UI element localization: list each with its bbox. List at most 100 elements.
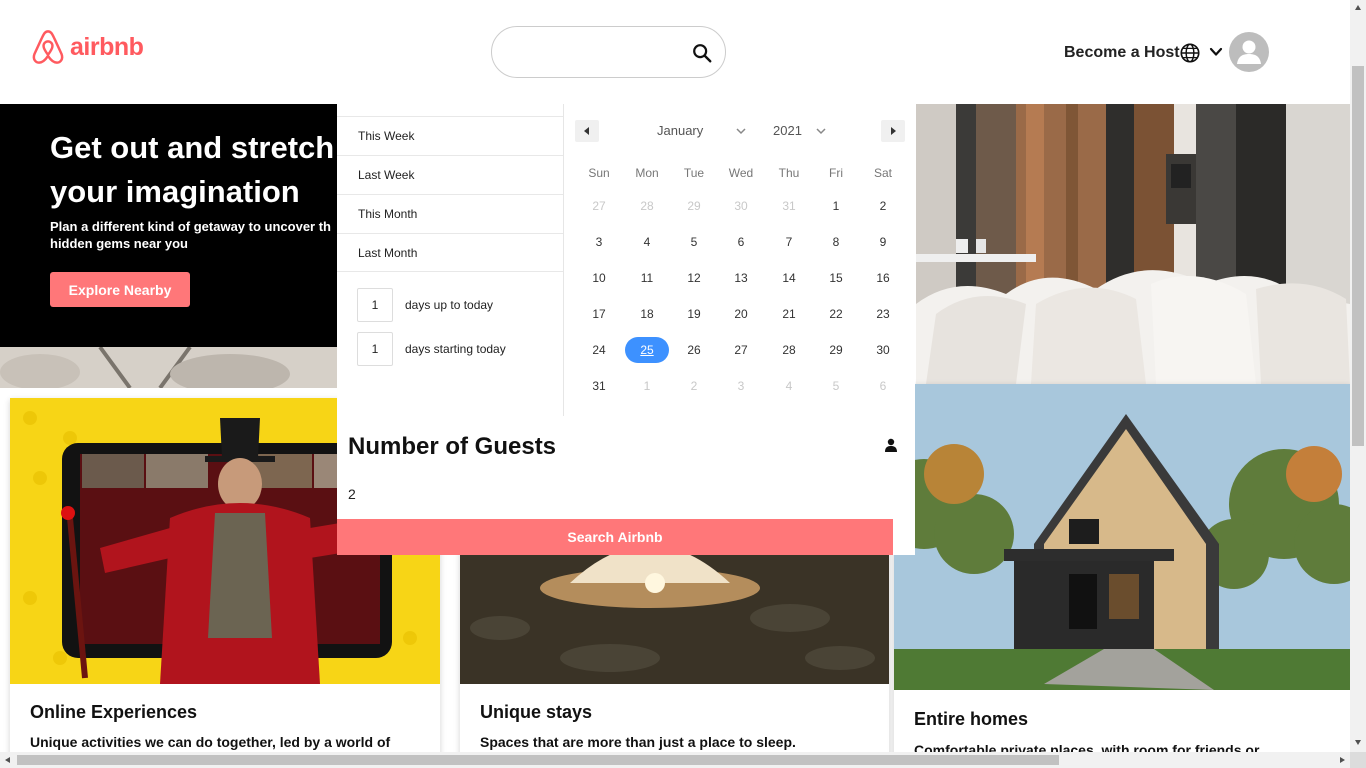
preset-this-week[interactable]: This Week [337, 116, 564, 155]
month-chevron-icon[interactable] [735, 125, 747, 137]
preset-ranges: This Week Last Week This Month Last Mont… [337, 116, 564, 272]
user-icon [1237, 40, 1261, 64]
hero-text-panel: Get out and stretch your imagination Pla… [0, 104, 340, 347]
become-a-host-link[interactable]: Become a Host [1064, 44, 1180, 62]
calendar-day[interactable]: 30 [863, 337, 903, 363]
calendar-day[interactable]: 10 [579, 265, 619, 291]
calendar-day[interactable]: 5 [674, 229, 714, 255]
calendar-day: 27 [592, 199, 606, 213]
person-icon [885, 438, 897, 452]
calendar-day[interactable]: 15 [816, 265, 856, 291]
calendar-day: 30 [734, 199, 748, 213]
calendar-day-selected[interactable]: 25 [625, 337, 669, 363]
calendar-day: 29 [687, 199, 701, 213]
days-up-to-today-row: days up to today [357, 288, 493, 322]
calendar-day[interactable]: 8 [816, 229, 856, 255]
guests-input[interactable] [348, 481, 548, 507]
next-month-button[interactable] [881, 120, 905, 142]
weekday-label: Wed [728, 166, 754, 180]
cabin-photo [894, 384, 1350, 690]
calendar-day: 6 [879, 379, 887, 393]
hero-title: Get out and stretch your imagination [50, 130, 335, 209]
calendar-day[interactable]: 26 [674, 337, 714, 363]
calendar-day[interactable]: 22 [816, 301, 856, 327]
entire-homes-card[interactable]: Entire homes Comfortable private places,… [894, 384, 1350, 758]
explore-nearby-button[interactable]: Explore Nearby [50, 272, 190, 307]
caret-right-icon [891, 127, 896, 135]
calendar-day: 28 [640, 199, 654, 213]
calendar-day[interactable]: 14 [769, 265, 809, 291]
horizontal-scrollbar[interactable] [0, 752, 1350, 768]
entire-homes-image [894, 384, 1350, 690]
calendar-day[interactable]: 29 [816, 337, 856, 363]
scroll-right-arrow-icon[interactable] [1338, 756, 1346, 764]
previous-month-button[interactable] [575, 120, 599, 142]
preset-last-week[interactable]: Last Week [337, 155, 564, 194]
hero-banner: Get out and stretch your imagination Pla… [0, 104, 340, 388]
weekday-label: Mon [635, 166, 659, 180]
airbnb-logo[interactable]: airbnb [30, 28, 144, 66]
calendar-day[interactable]: 9 [863, 229, 903, 255]
calendar-day[interactable]: 19 [674, 301, 714, 327]
calendar-day[interactable]: 4 [627, 229, 667, 255]
card-description: Unique activities we can do together, le… [30, 734, 391, 750]
weekday-label: Thu [778, 166, 800, 180]
logo-text: airbnb [70, 32, 144, 61]
caret-left-icon [584, 127, 589, 135]
calendar-day[interactable]: 31 [579, 373, 619, 399]
vertical-scrollbar[interactable] [1350, 0, 1366, 752]
chevron-down-icon[interactable] [1208, 44, 1224, 60]
scroll-up-arrow-icon[interactable] [1354, 4, 1362, 12]
year-chevron-icon[interactable] [815, 125, 827, 137]
scroll-down-arrow-icon[interactable] [1354, 738, 1362, 746]
scrollbar-corner [1350, 752, 1366, 768]
hero-interior-image [916, 104, 1350, 384]
days-starting-today-input[interactable] [357, 332, 393, 366]
card-description: Spaces that are more than just a place t… [480, 734, 796, 750]
calendar-day[interactable]: 23 [863, 301, 903, 327]
calendar-day[interactable]: 17 [579, 301, 619, 327]
calendar-day[interactable]: 27 [721, 337, 761, 363]
weekday-label: Sun [588, 166, 610, 180]
preset-last-month[interactable]: Last Month [337, 233, 564, 272]
year-select[interactable]: 2021 [773, 123, 802, 138]
search-icon[interactable] [691, 42, 713, 64]
calendar-divider [563, 104, 564, 416]
avatar[interactable] [1229, 32, 1269, 72]
calendar-day[interactable]: 2 [863, 193, 903, 219]
calendar-day[interactable]: 7 [769, 229, 809, 255]
page: airbnb Become a Host Get out and stretch… [0, 0, 1366, 768]
calendar-day[interactable]: 13 [721, 265, 761, 291]
calendar-day[interactable]: 12 [674, 265, 714, 291]
calendar-day[interactable]: 3 [579, 229, 619, 255]
month-select[interactable]: January [657, 123, 703, 138]
card-title: Entire homes [914, 709, 1029, 729]
calendar-day[interactable]: 28 [769, 337, 809, 363]
airbnb-logo-icon [32, 30, 64, 64]
vertical-scroll-thumb[interactable] [1352, 66, 1364, 446]
calendar-day[interactable]: 11 [627, 265, 667, 291]
weekday-label: Fri [829, 166, 843, 180]
calendar-day: 5 [832, 379, 840, 393]
globe-icon[interactable] [1179, 42, 1201, 64]
date-range-picker: This Week Last Week This Month Last Mont… [337, 104, 915, 555]
calendar-day: 2 [690, 379, 698, 393]
horizontal-scroll-thumb[interactable] [17, 755, 1059, 765]
search-bar[interactable] [491, 26, 726, 78]
days-starting-today-row: days starting today [357, 332, 506, 366]
calendar-day[interactable]: 6 [721, 229, 761, 255]
preset-this-month[interactable]: This Month [337, 194, 564, 233]
calendar-day: 3 [737, 379, 745, 393]
calendar-day[interactable]: 16 [863, 265, 903, 291]
calendar-day[interactable]: 20 [721, 301, 761, 327]
search-airbnb-button[interactable]: Search Airbnb [337, 519, 893, 555]
search-input[interactable] [510, 40, 680, 66]
weekday-label: Sat [873, 166, 892, 180]
calendar-day: 31 [782, 199, 796, 213]
calendar-day[interactable]: 21 [769, 301, 809, 327]
days-up-to-today-input[interactable] [357, 288, 393, 322]
calendar-day[interactable]: 1 [816, 193, 856, 219]
calendar-day[interactable]: 24 [579, 337, 619, 363]
scroll-left-arrow-icon[interactable] [4, 756, 12, 764]
calendar-day[interactable]: 18 [627, 301, 667, 327]
